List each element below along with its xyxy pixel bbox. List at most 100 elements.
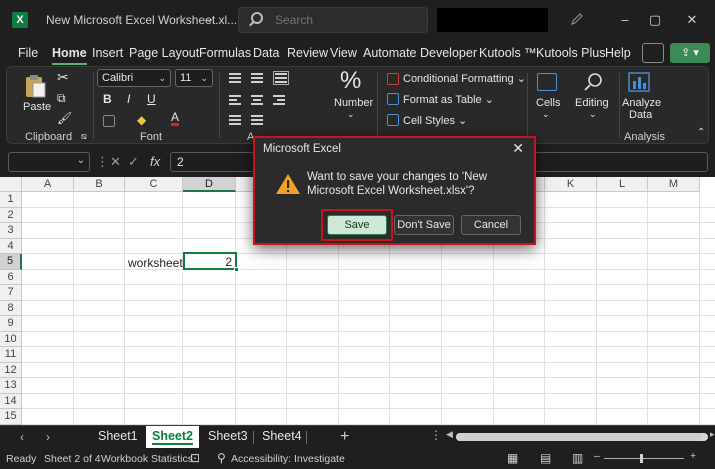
row-header-6[interactable]: 6 xyxy=(0,269,22,285)
insert-function-icon[interactable]: fx xyxy=(150,154,160,169)
minimize-button[interactable]: – xyxy=(610,8,640,32)
column-header-d[interactable]: D xyxy=(183,177,236,192)
tab-developer[interactable]: Developer xyxy=(420,46,477,60)
italic-button[interactable]: I xyxy=(127,92,130,106)
confirm-entry-icon[interactable]: ✓ xyxy=(128,154,139,170)
column-header-l[interactable]: L xyxy=(597,177,648,192)
fill-color-icon[interactable]: ◆ xyxy=(137,113,146,127)
select-all-corner[interactable] xyxy=(0,177,22,192)
align-bottom-icon[interactable] xyxy=(273,71,289,85)
number-format-button[interactable]: Number xyxy=(334,97,373,109)
dialog-close-button[interactable]: ✕ xyxy=(512,140,524,157)
cut-icon[interactable]: ✂ xyxy=(57,69,69,86)
align-center-icon[interactable] xyxy=(251,95,263,105)
tab-automate[interactable]: Automate xyxy=(363,46,417,60)
row-header-11[interactable]: 11 xyxy=(0,347,22,363)
analyze-data-button[interactable]: Analyze xyxy=(622,97,661,109)
chevron-down-icon[interactable]: ⌄ xyxy=(589,109,597,120)
more-options-icon[interactable]: ⋮ xyxy=(96,154,109,170)
row-header-4[interactable]: 4 xyxy=(0,238,22,254)
cells-button[interactable]: Cells xyxy=(536,97,560,109)
sheet-tab-2[interactable]: Sheet2 xyxy=(146,426,199,449)
tab-kutools[interactable]: Kutools ™ xyxy=(479,46,537,60)
increase-indent-icon[interactable] xyxy=(251,115,263,125)
column-header-k[interactable]: K xyxy=(545,177,597,192)
column-header-a[interactable]: A xyxy=(22,177,74,192)
tab-formulas[interactable]: Formulas xyxy=(199,46,251,60)
chevron-down-icon[interactable]: ⌄ xyxy=(205,12,214,25)
pen-icon[interactable] xyxy=(570,12,584,26)
column-header-b[interactable]: B xyxy=(74,177,125,192)
search-box[interactable] xyxy=(238,7,428,33)
tab-home[interactable]: Home xyxy=(52,46,87,65)
page-layout-view-icon[interactable]: ▤ xyxy=(540,451,551,465)
align-right-icon[interactable] xyxy=(273,95,285,105)
cancel-entry-icon[interactable]: ✕ xyxy=(110,154,121,170)
format-painter-icon[interactable]: 🖌 xyxy=(57,111,72,125)
chevron-down-icon[interactable]: ⌄ xyxy=(347,109,355,120)
chevron-left-icon[interactable]: ‹ xyxy=(20,430,24,444)
share-button[interactable]: ⇪ ▾ xyxy=(670,43,710,63)
sheet-tab-1[interactable]: Sheet1 xyxy=(98,429,138,443)
sheet-tab-4[interactable]: Sheet4 xyxy=(262,429,302,443)
close-window-button[interactable]: ✕ xyxy=(677,8,707,32)
add-sheet-button[interactable]: + xyxy=(340,428,349,446)
tab-help[interactable]: Help xyxy=(605,46,631,60)
sheet-tab-3[interactable]: Sheet3 xyxy=(208,429,248,443)
row-header-13[interactable]: 13 xyxy=(0,378,22,394)
cell-c5[interactable]: worksheet xyxy=(128,256,183,270)
tab-kutools-plus[interactable]: Kutools Plus xyxy=(536,46,605,60)
tab-page-layout[interactable]: Page Layout xyxy=(129,46,199,60)
tab-insert[interactable]: Insert xyxy=(92,46,123,60)
column-header-c[interactable]: C xyxy=(125,177,183,192)
percent-icon[interactable]: % xyxy=(340,67,361,95)
align-top-icon[interactable] xyxy=(229,73,241,83)
borders-icon[interactable] xyxy=(103,115,115,127)
decrease-indent-icon[interactable] xyxy=(229,115,241,125)
cell-styles-button[interactable]: Cell Styles ⌄ xyxy=(403,114,467,127)
horizontal-scrollbar[interactable] xyxy=(456,433,708,441)
column-header-m[interactable]: M xyxy=(648,177,700,192)
font-size-select[interactable]: 11 ⌄ xyxy=(175,69,213,87)
align-middle-icon[interactable] xyxy=(251,73,263,83)
save-button[interactable]: Save xyxy=(327,215,387,235)
comments-button[interactable] xyxy=(642,43,664,63)
row-header-14[interactable]: 14 xyxy=(0,393,22,409)
name-box[interactable]: ⌄ xyxy=(8,152,90,172)
active-cell-d5[interactable]: 2 xyxy=(183,252,239,272)
dont-save-button[interactable]: Don't Save xyxy=(394,215,454,235)
scroll-right-icon[interactable]: ▸ xyxy=(710,429,715,440)
row-header-12[interactable]: 12 xyxy=(0,362,22,378)
page-break-view-icon[interactable]: ▥ xyxy=(572,451,583,465)
copy-icon[interactable]: ⧉ xyxy=(57,91,66,106)
fill-handle[interactable] xyxy=(234,267,239,272)
normal-view-icon[interactable]: ▦ xyxy=(507,451,518,465)
zoom-slider-thumb[interactable] xyxy=(640,454,643,463)
font-color-icon[interactable]: A xyxy=(171,111,180,126)
row-header-9[interactable]: 9 xyxy=(0,316,22,332)
conditional-formatting-button[interactable]: Conditional Formatting ⌄ xyxy=(403,72,526,85)
more-tabs-icon[interactable]: ⋮ xyxy=(430,428,442,442)
cancel-button[interactable]: Cancel xyxy=(461,215,521,235)
paste-label[interactable]: Paste xyxy=(23,101,51,113)
zoom-out-icon[interactable]: – xyxy=(594,450,600,462)
zoom-in-icon[interactable]: + xyxy=(690,450,696,462)
format-as-table-button[interactable]: Format as Table ⌄ xyxy=(403,93,494,106)
row-header-5[interactable]: 5 xyxy=(0,254,22,270)
editing-button[interactable]: Editing xyxy=(575,97,609,109)
row-header-3[interactable]: 3 xyxy=(0,223,22,239)
bold-button[interactable]: B xyxy=(103,92,112,106)
align-left-icon[interactable] xyxy=(229,95,241,105)
search-input[interactable] xyxy=(275,12,415,28)
tab-file[interactable]: File xyxy=(18,46,38,60)
scrollbar-thumb[interactable] xyxy=(456,433,702,441)
scroll-left-icon[interactable]: ◀ xyxy=(446,429,453,440)
tab-review[interactable]: Review xyxy=(287,46,328,60)
row-header-2[interactable]: 2 xyxy=(0,207,22,223)
workbook-statistics-button[interactable]: Workbook Statistics xyxy=(101,453,193,465)
chevron-down-icon[interactable]: ⌄ xyxy=(542,109,550,120)
zoom-slider[interactable] xyxy=(604,458,684,459)
dialog-launcher-icon[interactable]: ⧅ xyxy=(81,131,87,142)
maximize-button[interactable]: ▢ xyxy=(640,8,670,32)
row-header-10[interactable]: 10 xyxy=(0,331,22,347)
